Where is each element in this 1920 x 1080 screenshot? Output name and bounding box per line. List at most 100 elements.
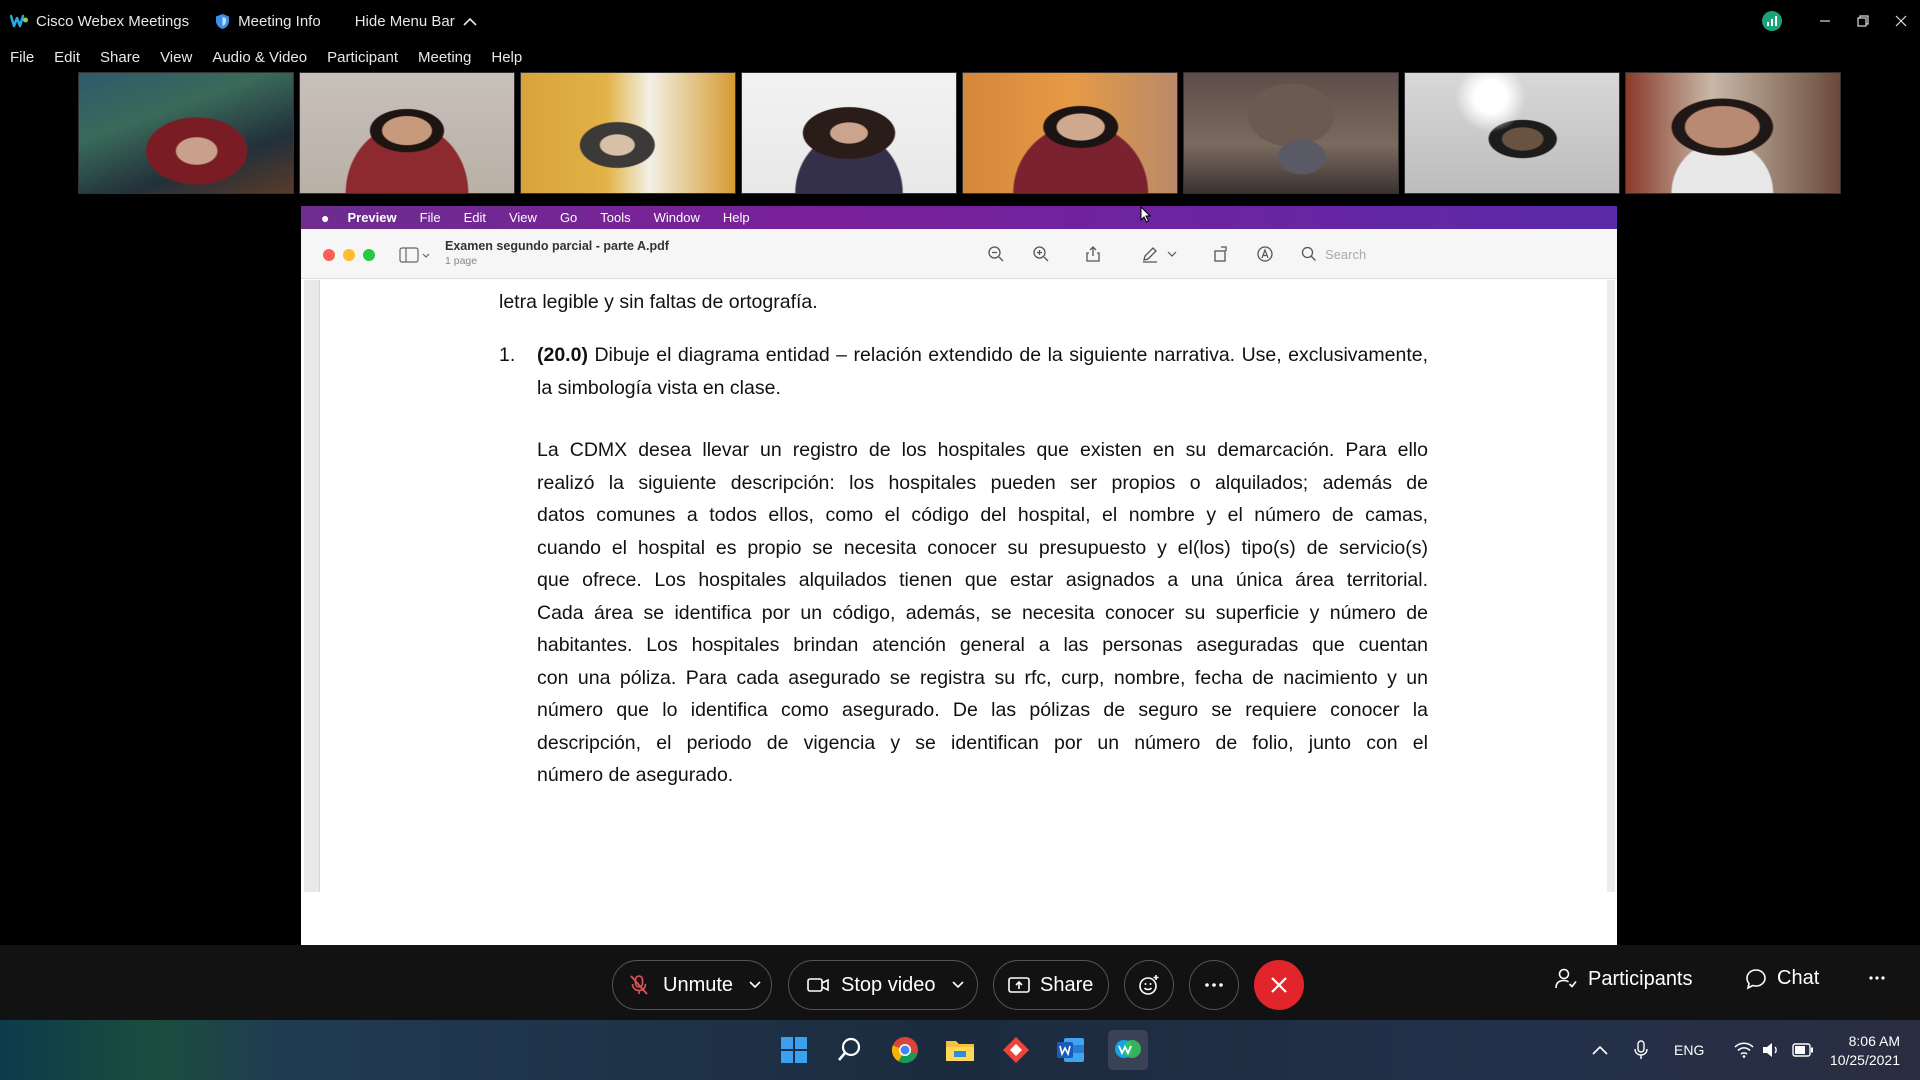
- app-title-text: Cisco Webex Meetings: [36, 12, 190, 30]
- item-number: 1.: [499, 344, 516, 366]
- menu-meeting[interactable]: Meeting: [418, 49, 471, 66]
- webex-logo-icon: [10, 14, 28, 28]
- paragraph-line: número que lo identifica como asegurado.…: [537, 699, 1428, 721]
- webex-taskbar-button[interactable]: [1108, 1030, 1148, 1070]
- word-taskbar-button[interactable]: [1053, 1032, 1089, 1068]
- apple-icon[interactable]: ●: [321, 210, 329, 226]
- annotate-button[interactable]: [1254, 243, 1276, 265]
- share-doc-button[interactable]: [1082, 243, 1104, 265]
- menu-edit[interactable]: Edit: [54, 49, 80, 66]
- participant-video-8[interactable]: [1625, 72, 1841, 194]
- mac-menu-preview[interactable]: Preview: [347, 210, 396, 225]
- paragraph-line: habitantes. Los hospitales brindan atenc…: [537, 634, 1428, 656]
- pdf-page[interactable]: letra legible y sin faltas de ortografía…: [301, 280, 1617, 896]
- volume-icon[interactable]: [1762, 1042, 1780, 1058]
- participant-video-7[interactable]: [1404, 72, 1620, 194]
- unmute-label: Unmute: [663, 973, 734, 996]
- participant-video-4[interactable]: [741, 72, 957, 194]
- mac-menu-file[interactable]: File: [420, 210, 441, 225]
- share-label: Share: [1040, 973, 1094, 996]
- menu-file[interactable]: File: [10, 49, 34, 66]
- language-indicator[interactable]: ENG: [1674, 1042, 1704, 1058]
- restore-button[interactable]: [1844, 3, 1882, 39]
- system-tray: ENG: [1592, 1020, 1814, 1080]
- chevron-up-icon[interactable]: [1592, 1045, 1608, 1055]
- zoom-in-button[interactable]: [1030, 243, 1052, 265]
- menu-participant[interactable]: Participant: [327, 49, 398, 66]
- chat-button[interactable]: Chat: [1745, 967, 1819, 990]
- participant-video-3[interactable]: [520, 72, 736, 194]
- system-clock[interactable]: 8:06 AM 10/25/2021: [1830, 1032, 1900, 1070]
- close-button[interactable]: [1882, 3, 1920, 39]
- close-light-button[interactable]: [323, 249, 335, 261]
- close-icon: [1895, 15, 1907, 27]
- mac-menu-tools[interactable]: Tools: [600, 210, 630, 225]
- mac-menu-edit[interactable]: Edit: [464, 210, 486, 225]
- mac-menu-go[interactable]: Go: [560, 210, 577, 225]
- markup-circle-icon: [1257, 246, 1273, 262]
- file-explorer-taskbar-button[interactable]: [942, 1032, 978, 1068]
- search-field[interactable]: [1301, 241, 1613, 267]
- unmute-button[interactable]: Unmute: [612, 960, 772, 1010]
- participant-video-5[interactable]: [962, 72, 1178, 194]
- menu-view[interactable]: View: [160, 49, 192, 66]
- search-input[interactable]: [1325, 246, 1585, 262]
- markup-button[interactable]: [1139, 243, 1161, 265]
- paragraph-line: cuando el hospital es propio se necesita…: [537, 536, 1428, 559]
- participants-button[interactable]: Participants: [1554, 967, 1693, 991]
- webex-icon: [1115, 1040, 1141, 1058]
- item-points: (20.0): [537, 344, 588, 366]
- hide-menu-bar-button[interactable]: Hide Menu Bar: [355, 13, 477, 30]
- chevron-down-icon[interactable]: [951, 981, 964, 989]
- scrollbar[interactable]: [1607, 280, 1615, 892]
- microphone-icon[interactable]: [1634, 1040, 1648, 1060]
- meeting-info-button[interactable]: Meeting Info: [215, 13, 321, 30]
- mac-menu-window[interactable]: Window: [654, 210, 700, 225]
- participant-video-1[interactable]: [78, 72, 294, 194]
- paragraph-line: Cada área se identifica por un código, a…: [537, 601, 1428, 624]
- zoom-light-button[interactable]: [363, 249, 375, 261]
- taskbar-search-button[interactable]: [832, 1032, 868, 1068]
- chevron-down-icon[interactable]: [749, 981, 761, 989]
- zoom-out-button[interactable]: [985, 243, 1007, 265]
- share-button[interactable]: Share: [993, 960, 1109, 1010]
- document-page-count: 1 page: [445, 255, 478, 267]
- narrative-paragraph: La CDMX desea llevar un registro de los …: [537, 434, 1428, 792]
- sidebar-toggle-icon[interactable]: [399, 246, 431, 264]
- markup-dropdown[interactable]: [1165, 243, 1179, 265]
- share-screen-icon: [1008, 977, 1030, 993]
- emoji-smile-icon: [1139, 975, 1159, 995]
- anydesk-taskbar-button[interactable]: [998, 1032, 1034, 1068]
- mouse-cursor-icon: [1140, 206, 1152, 223]
- paragraph-line: que ofrece. Los hospitales alquilados ti…: [537, 569, 1428, 591]
- rotate-button[interactable]: [1210, 243, 1232, 265]
- more-options-button[interactable]: [1189, 960, 1239, 1010]
- minimize-button[interactable]: [1806, 3, 1844, 39]
- battery-icon[interactable]: [1792, 1043, 1814, 1057]
- mac-menu-view[interactable]: View: [509, 210, 537, 225]
- word-icon: [1057, 1038, 1084, 1062]
- menu-share[interactable]: Share: [100, 49, 140, 66]
- panel-options-button[interactable]: [1868, 975, 1886, 981]
- network-status-icon[interactable]: [1762, 11, 1782, 31]
- menu-help[interactable]: Help: [491, 49, 522, 66]
- start-button[interactable]: [776, 1032, 812, 1068]
- menu-bar: File Edit Share View Audio & Video Parti…: [0, 44, 532, 70]
- pencil-icon: [1143, 247, 1157, 263]
- end-meeting-button[interactable]: [1254, 960, 1304, 1010]
- reactions-button[interactable]: [1124, 960, 1174, 1010]
- mac-menu-help[interactable]: Help: [723, 210, 750, 225]
- stop-video-button[interactable]: Stop video: [788, 960, 978, 1010]
- zoom-in-icon: [1033, 246, 1049, 262]
- participant-video-6[interactable]: [1183, 72, 1399, 194]
- stop-video-label: Stop video: [841, 973, 936, 996]
- meeting-controls: Unmute Stop video Share Participants Cha…: [0, 945, 1920, 1020]
- menu-audio-video[interactable]: Audio & Video: [212, 49, 307, 66]
- restore-icon: [1857, 15, 1869, 27]
- chrome-taskbar-button[interactable]: [887, 1032, 923, 1068]
- item-text: Dibuje el diagrama entidad – relación ex…: [537, 344, 1428, 399]
- participant-video-2[interactable]: [299, 72, 515, 194]
- wifi-icon[interactable]: [1734, 1042, 1754, 1058]
- minimize-light-button[interactable]: [343, 249, 355, 261]
- search-icon: [1301, 246, 1316, 261]
